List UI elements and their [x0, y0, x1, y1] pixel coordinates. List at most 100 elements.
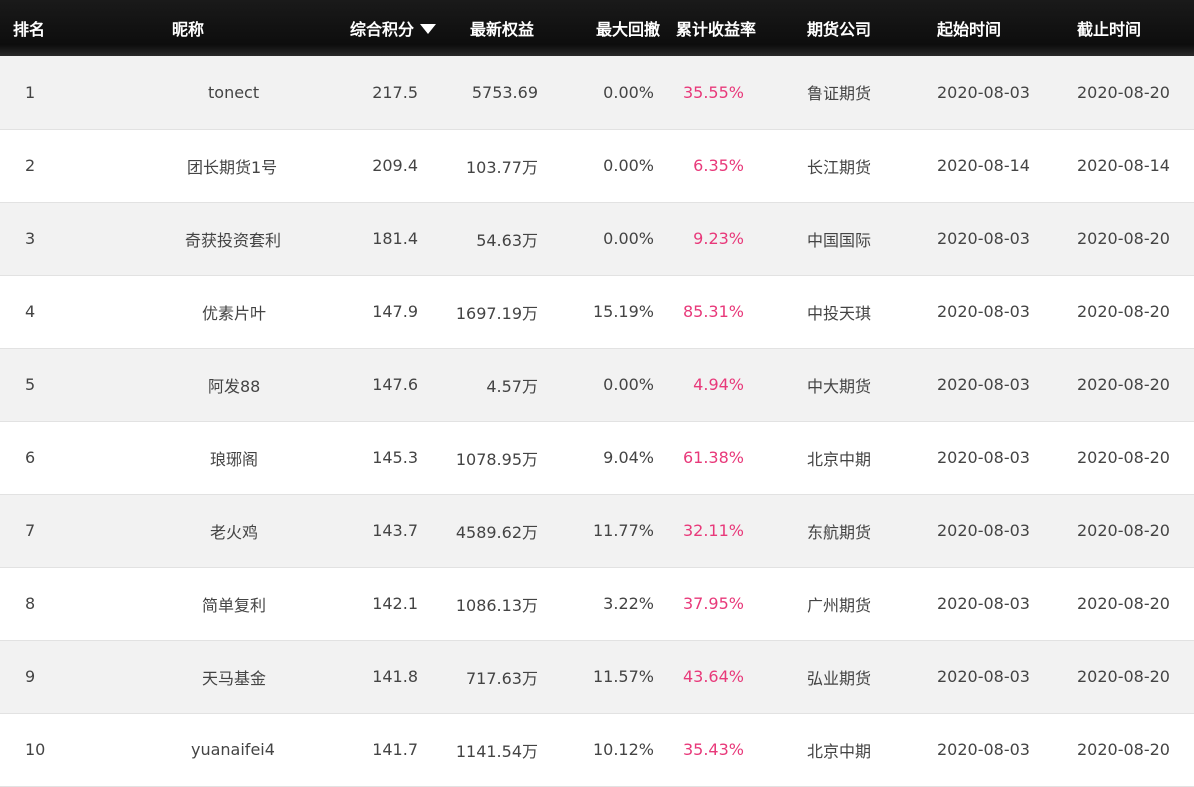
cell-score: 217.5: [372, 82, 418, 102]
cell-rank: 5: [25, 375, 36, 394]
cell-nickname[interactable]: 优素片叶: [62, 275, 286, 348]
cell-start-date: 2020-08-03: [937, 448, 1030, 467]
table-row[interactable]: 9 天马基金 141.8 717.63万 11.57% 43.64% 弘业期货 2020-08…: [0, 640, 1194, 713]
cell-company: 中国国际: [806, 230, 871, 250]
cell-nickname[interactable]: 琅琊阁: [62, 421, 286, 494]
cell-return: 43.64%: [682, 667, 744, 686]
cell-score: 147.6: [372, 375, 418, 394]
cell-drawdown: 0.00%: [603, 229, 654, 248]
cell-score: 147.9: [372, 302, 418, 321]
cell-score: 141.7: [372, 740, 418, 759]
cell-nickname[interactable]: 奇获投资套利: [62, 202, 286, 275]
cell-start-date: 2020-08-03: [937, 521, 1030, 540]
table-row[interactable]: 10 yuanaifei4 141.7 1141.54万 10.12% 35.43% 北京中…: [0, 713, 1194, 786]
cell-start-date: 2020-08-03: [937, 302, 1030, 321]
cell-drawdown: 3.22%: [603, 594, 654, 613]
table-row[interactable]: 7 老火鸡 143.7 4589.62万 11.77% 32.11% 东航期货 2020-08…: [0, 494, 1194, 567]
column-header-end[interactable]: 截止时间: [1054, 0, 1194, 56]
table-row[interactable]: 5 阿发88 147.6 4.57万 0.00% 4.94% 中大期货 2020-08-03 2…: [0, 348, 1194, 421]
column-header-score-label: 综合积分: [349, 20, 414, 39]
triangle-down-icon[interactable]: [420, 23, 436, 34]
cell-end-date: 2020-08-20: [1077, 521, 1170, 540]
column-header-equity[interactable]: 最新权益: [446, 0, 538, 56]
cell-score: 209.4: [372, 156, 418, 175]
cell-end-date: 2020-08-20: [1077, 302, 1170, 321]
cell-drawdown: 0.00%: [603, 156, 654, 175]
cell-nickname[interactable]: 简单复利: [62, 567, 286, 640]
cell-end-date: 2020-08-20: [1077, 740, 1170, 759]
cell-end-date: 2020-08-20: [1077, 594, 1170, 613]
cell-rank: 8: [25, 594, 36, 613]
cell-company: 长江期货: [806, 157, 871, 177]
cell-start-date: 2020-08-03: [937, 375, 1030, 394]
column-header-drawdown[interactable]: 最大回撤: [538, 0, 670, 56]
cell-start-date: 2020-08-03: [937, 82, 1030, 102]
column-header-company[interactable]: 期货公司: [764, 0, 914, 56]
cell-score: 145.3: [372, 448, 418, 467]
cell-return: 6.35%: [693, 156, 744, 175]
cell-start-date: 2020-08-03: [937, 594, 1030, 613]
cell-company: 鲁证期货: [806, 84, 871, 104]
cell-company: 广州期货: [806, 595, 871, 615]
table-row[interactable]: 2 团长期货1号 209.4 103.77万 0.00% 6.35% 长江期货 2020-08…: [0, 129, 1194, 202]
table-body: 1 tonect 217.5 5753.69 0.00% 35.55% 鲁证期货 2020-0…: [0, 56, 1194, 786]
cell-rank: 3: [25, 229, 36, 248]
cell-score: 142.1: [372, 594, 418, 613]
cell-nickname[interactable]: 阿发88: [62, 348, 286, 421]
table-row[interactable]: 3 奇获投资套利 181.4 54.63万 0.00% 9.23% 中国国际 2020-08-…: [0, 202, 1194, 275]
cell-score: 181.4: [372, 229, 418, 248]
cell-drawdown: 0.00%: [603, 375, 654, 394]
cell-return: 85.31%: [682, 302, 744, 321]
cell-nickname[interactable]: 天马基金: [62, 640, 286, 713]
cell-end-date: 2020-08-20: [1077, 448, 1170, 467]
cell-nickname[interactable]: tonect: [62, 56, 286, 129]
ranking-table: 排名 昵称 综合积分 最新权益 最大回撤 累计收益率 期货公司 起始时间 截止时…: [0, 0, 1194, 787]
cell-rank: 9: [25, 667, 36, 686]
cell-equity: 717.63万: [466, 668, 538, 688]
cell-return: 37.95%: [682, 594, 744, 613]
cell-start-date: 2020-08-03: [937, 740, 1030, 759]
cell-equity: 5753.69: [471, 82, 538, 102]
cell-drawdown: 0.00%: [603, 82, 654, 102]
cell-end-date: 2020-08-20: [1077, 82, 1170, 102]
cell-drawdown: 11.77%: [592, 521, 654, 540]
cell-score: 141.8: [372, 667, 418, 686]
cell-end-date: 2020-08-20: [1077, 667, 1170, 686]
cell-end-date: 2020-08-20: [1077, 229, 1170, 248]
table-row[interactable]: 1 tonect 217.5 5753.69 0.00% 35.55% 鲁证期货 2020-0…: [0, 56, 1194, 129]
table-row[interactable]: 6 琅琊阁 145.3 1078.95万 9.04% 61.38% 北京中期 2020-08-…: [0, 421, 1194, 494]
column-header-return[interactable]: 累计收益率: [670, 0, 764, 56]
cell-company: 东航期货: [806, 522, 871, 542]
cell-rank: 4: [25, 302, 36, 321]
table-header-row: 排名 昵称 综合积分 最新权益 最大回撤 累计收益率 期货公司 起始时间 截止时…: [0, 0, 1194, 56]
cell-company: 北京中期: [806, 449, 871, 469]
cell-equity: 1086.13万: [455, 595, 538, 615]
cell-equity: 4589.62万: [455, 522, 538, 542]
cell-rank: 2: [25, 156, 36, 175]
cell-return: 9.23%: [693, 229, 744, 248]
cell-return: 32.11%: [682, 521, 744, 540]
cell-nickname[interactable]: 团长期货1号: [62, 129, 286, 202]
cell-nickname[interactable]: 老火鸡: [62, 494, 286, 567]
column-header-rank[interactable]: 排名: [0, 0, 62, 56]
cell-end-date: 2020-08-20: [1077, 375, 1170, 394]
cell-start-date: 2020-08-03: [937, 667, 1030, 686]
column-header-score[interactable]: 综合积分: [286, 0, 446, 56]
cell-start-date: 2020-08-14: [937, 156, 1030, 175]
table-row[interactable]: 8 简单复利 142.1 1086.13万 3.22% 37.95% 广州期货 2020-08…: [0, 567, 1194, 640]
cell-equity: 103.77万: [466, 157, 538, 177]
table-row[interactable]: 4 优素片叶 147.9 1697.19万 15.19% 85.31% 中投天琪 2020-0…: [0, 275, 1194, 348]
cell-equity: 4.57万: [486, 376, 538, 396]
cell-drawdown: 15.19%: [592, 302, 654, 321]
cell-rank: 6: [25, 448, 36, 467]
cell-drawdown: 11.57%: [592, 667, 654, 686]
cell-rank: 7: [25, 521, 36, 540]
cell-company: 中投天琪: [806, 303, 871, 323]
cell-return: 4.94%: [693, 375, 744, 394]
cell-equity: 54.63万: [476, 230, 538, 250]
column-header-nickname[interactable]: 昵称: [62, 0, 286, 56]
cell-nickname[interactable]: yuanaifei4: [62, 713, 286, 786]
cell-equity: 1697.19万: [455, 303, 538, 323]
column-header-start[interactable]: 起始时间: [914, 0, 1054, 56]
cell-return: 35.55%: [682, 82, 744, 102]
